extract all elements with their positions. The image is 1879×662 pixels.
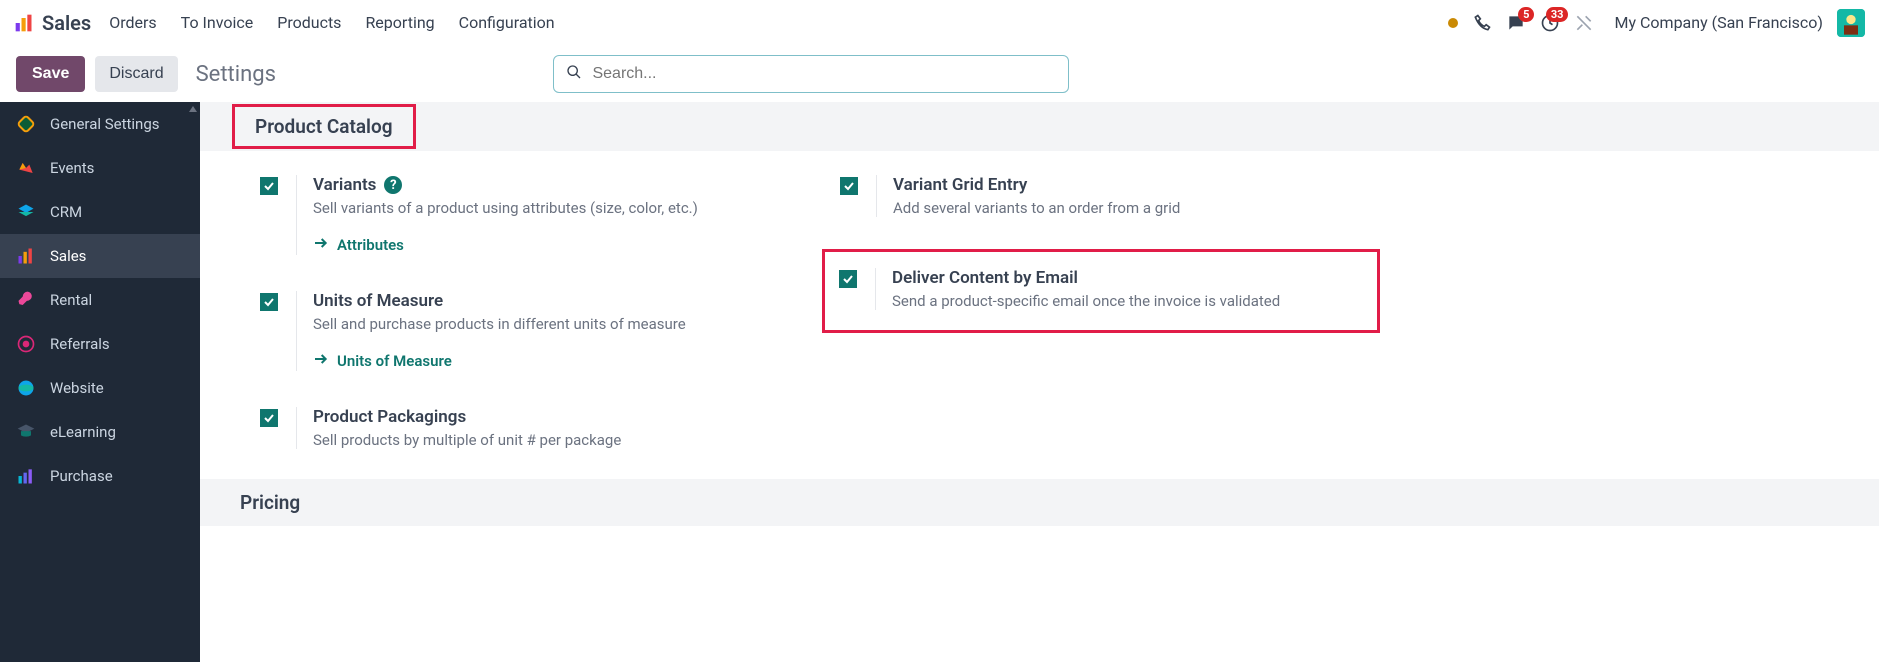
crm-icon	[16, 202, 36, 222]
setting-title-label: Units of Measure	[313, 291, 443, 311]
setting-title-label: Deliver Content by Email	[892, 268, 1078, 288]
action-bar: Save Discard Settings	[0, 46, 1879, 102]
elearning-icon	[16, 422, 36, 442]
activities-icon[interactable]: 33	[1540, 13, 1560, 33]
tools-icon[interactable]	[1574, 13, 1594, 33]
search-icon	[566, 64, 582, 84]
sidebar-item-label: Events	[50, 159, 94, 177]
gear-box-icon	[16, 114, 36, 134]
save-button[interactable]: Save	[16, 56, 85, 92]
checkbox-uom[interactable]	[260, 293, 278, 311]
company-name[interactable]: My Company (San Francisco)	[1614, 13, 1823, 32]
status-dot-icon	[1448, 18, 1458, 28]
messages-badge: 5	[1518, 7, 1534, 22]
setting-desc: Sell products by multiple of unit # per …	[313, 431, 621, 449]
sidebar-item-label: eLearning	[50, 423, 116, 441]
phone-icon[interactable]	[1472, 13, 1492, 33]
activities-badge: 33	[1546, 7, 1569, 22]
setting-desc: Sell variants of a product using attribu…	[313, 199, 698, 217]
nav-to-invoice[interactable]: To Invoice	[181, 13, 254, 32]
rental-icon	[16, 290, 36, 310]
settings-content[interactable]: Product Catalog Variants ? Sell variants…	[200, 102, 1879, 662]
help-icon[interactable]: ?	[384, 176, 402, 194]
referrals-icon	[16, 334, 36, 354]
topnav-right: 5 33 My Company (San Francisco)	[1448, 9, 1865, 37]
settings-sidebar: General Settings Events CRM Sales Rental	[0, 102, 200, 662]
section-row-product-catalog: Product Catalog	[200, 102, 1879, 151]
setting-uom: Units of Measure Sell and purchase produ…	[260, 291, 780, 371]
sidebar-item-label: Rental	[50, 291, 92, 309]
checkbox-variants[interactable]	[260, 177, 278, 195]
app-title: Sales	[42, 11, 91, 35]
setting-packagings: Product Packagings Sell products by mult…	[260, 407, 780, 449]
sidebar-item-referrals[interactable]: Referrals	[0, 322, 200, 366]
page-title: Settings	[196, 62, 276, 87]
sidebar-item-sales[interactable]: Sales	[0, 234, 200, 278]
sidebar-item-label: CRM	[50, 203, 82, 221]
nav-links: Orders To Invoice Products Reporting Con…	[109, 13, 554, 32]
link-uom[interactable]: Units of Measure	[313, 351, 686, 371]
events-icon	[16, 158, 36, 178]
website-icon	[16, 378, 36, 398]
sidebar-item-label: Referrals	[50, 335, 110, 353]
link-label: Units of Measure	[337, 352, 452, 370]
avatar[interactable]	[1837, 9, 1865, 37]
setting-deliver-email: Deliver Content by Email Send a product-…	[839, 268, 1363, 310]
setting-title-label: Product Packagings	[313, 407, 466, 427]
scrollbar-up-icon[interactable]	[188, 102, 198, 116]
setting-desc: Sell and purchase products in different …	[313, 315, 686, 333]
sidebar-item-label: Sales	[50, 247, 86, 265]
sidebar-item-events[interactable]: Events	[0, 146, 200, 190]
sidebar-item-purchase[interactable]: Purchase	[0, 454, 200, 498]
checkbox-packagings[interactable]	[260, 409, 278, 427]
sidebar-item-elearning[interactable]: eLearning	[0, 410, 200, 454]
sidebar-item-rental[interactable]: Rental	[0, 278, 200, 322]
arrow-right-icon	[313, 235, 329, 255]
sidebar-item-crm[interactable]: CRM	[0, 190, 200, 234]
product-catalog-right-col: Variant Grid Entry Add several variants …	[840, 175, 1380, 449]
link-label: Attributes	[337, 236, 404, 254]
top-navbar: Sales Orders To Invoice Products Reporti…	[0, 0, 1879, 46]
link-attributes[interactable]: Attributes	[313, 235, 698, 255]
body: General Settings Events CRM Sales Rental	[0, 102, 1879, 662]
checkbox-variant-grid[interactable]	[840, 177, 858, 195]
setting-variant-grid: Variant Grid Entry Add several variants …	[840, 175, 1380, 217]
search-input[interactable]	[592, 65, 1056, 83]
product-catalog-left-col: Variants ? Sell variants of a product us…	[260, 175, 780, 449]
nav-orders[interactable]: Orders	[109, 13, 156, 32]
purchase-icon	[16, 466, 36, 486]
search-container	[553, 55, 1069, 93]
brand[interactable]: Sales	[14, 11, 91, 35]
setting-desc: Add several variants to an order from a …	[893, 199, 1180, 217]
section-title-product-catalog: Product Catalog	[232, 104, 416, 149]
setting-title-label: Variant Grid Entry	[893, 175, 1027, 195]
setting-desc: Send a product-specific email once the i…	[892, 292, 1280, 310]
app-icon	[14, 13, 34, 33]
nav-configuration[interactable]: Configuration	[459, 13, 555, 32]
sidebar-item-label: General Settings	[50, 115, 160, 133]
highlight-deliver-email: Deliver Content by Email Send a product-…	[822, 249, 1380, 333]
setting-title-label: Variants	[313, 175, 376, 195]
nav-reporting[interactable]: Reporting	[365, 13, 434, 32]
product-catalog-grid: Variants ? Sell variants of a product us…	[224, 151, 1879, 461]
sidebar-item-general-settings[interactable]: General Settings	[0, 102, 200, 146]
sidebar-item-label: Website	[50, 379, 104, 397]
sidebar-item-label: Purchase	[50, 467, 113, 485]
section-title-pricing: Pricing	[200, 479, 1879, 526]
nav-products[interactable]: Products	[277, 13, 341, 32]
sidebar-item-website[interactable]: Website	[0, 366, 200, 410]
checkbox-deliver-email[interactable]	[839, 270, 857, 288]
sales-icon	[16, 246, 36, 266]
messages-icon[interactable]: 5	[1506, 13, 1526, 33]
setting-variants: Variants ? Sell variants of a product us…	[260, 175, 780, 255]
arrow-right-icon	[313, 351, 329, 371]
discard-button[interactable]: Discard	[95, 56, 177, 92]
